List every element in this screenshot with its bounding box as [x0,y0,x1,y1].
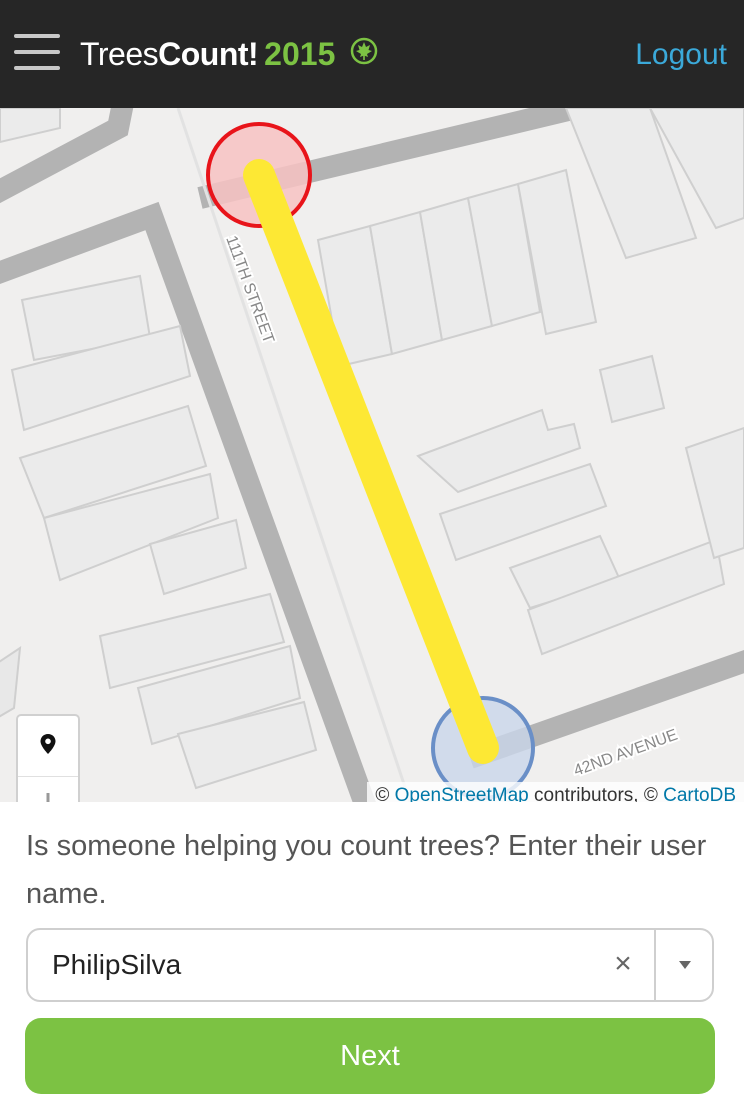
hamburger-menu-icon[interactable] [14,34,60,70]
attribution-middle: contributors, © [528,785,664,802]
dropdown-arrow-icon[interactable] [656,930,714,1000]
attribution-prefix: © [375,785,395,802]
brand-logo: TreesCount! 2015 [80,32,378,76]
cartodb-link[interactable]: CartoDB [663,785,736,802]
plus-icon [35,792,61,802]
brand-year: 2015 [264,36,336,72]
app-header: TreesCount! 2015 Logout [0,0,744,108]
brand-text-trees: Trees [80,36,159,72]
map-controls [16,714,80,802]
map-tiles: 111TH STREET 42ND AVENUE [0,108,744,802]
selected-username: PhilipSilva [52,949,182,980]
next-button[interactable]: Next [25,1018,715,1094]
locate-button[interactable] [18,716,78,777]
logout-link[interactable]: Logout [635,38,727,72]
map-attribution: © OpenStreetMap contributors, © CartoDB [367,782,744,802]
clear-selection-icon[interactable]: × [598,930,648,998]
brand-text-count: Count! [158,36,259,72]
zoom-in-button[interactable] [18,777,78,802]
openstreetmap-link[interactable]: OpenStreetMap [395,785,529,802]
helper-question: Is someone helping you count trees? Ente… [26,830,707,910]
map-pin-icon [40,733,56,759]
map-view[interactable]: 111TH STREET 42ND AVENUE © OpenStreetMap… [0,108,744,802]
maple-leaf-icon [350,32,378,76]
username-select[interactable]: PhilipSilva × [26,928,714,1002]
